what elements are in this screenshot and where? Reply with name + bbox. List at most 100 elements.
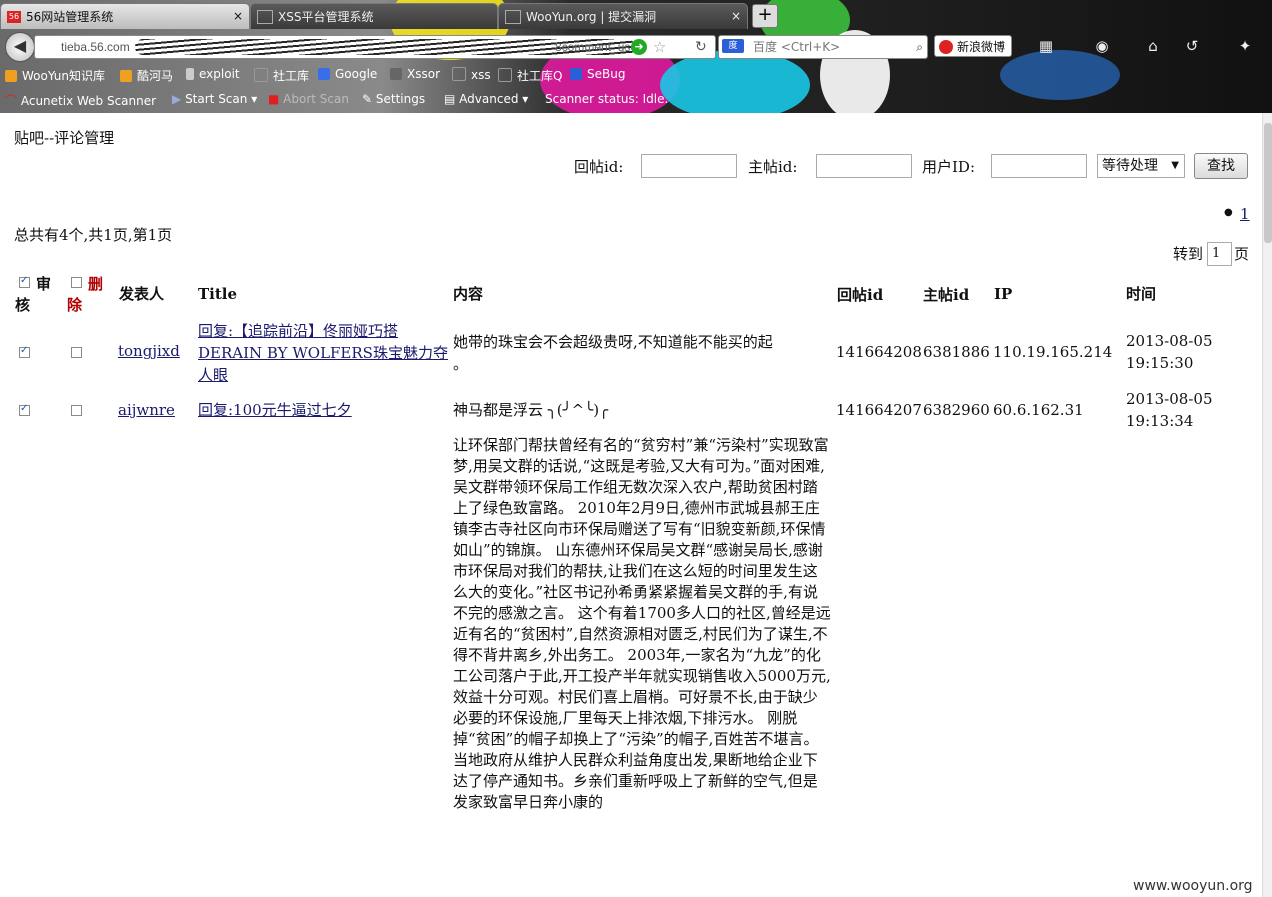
date-cell: 2013-08-05 [1126,332,1213,350]
bookmark-shegongkuq[interactable]: 社工库Q [498,67,562,84]
audit-checkbox[interactable] [19,403,30,416]
tab-56-admin[interactable]: 56 56网站管理系统 × [0,3,250,29]
audit-checkbox[interactable] [19,345,30,358]
stop-icon: ■ [268,92,280,106]
header-title: Title [198,285,238,303]
home-icon[interactable]: ⌂ [1143,36,1163,56]
ip-cell: 60.6.162.31 [993,401,1084,419]
header-ip: IP [994,285,1013,303]
delete-checkbox[interactable] [71,405,82,416]
bookmark-kuhema[interactable]: 酷河马 [120,67,173,84]
toolbar-icon[interactable]: ▦ [1036,36,1056,56]
page-icon [452,67,466,81]
start-icon: ▶ [172,92,182,106]
status-select[interactable]: 等待处理 ▼ [1097,154,1185,178]
dropdown-arrow-icon: ▼ [1171,160,1179,171]
reply-id-label: 回帖id: [574,158,624,176]
search-box[interactable]: 度 百度 <Ctrl+K> ⌕ [718,35,928,59]
author-link[interactable]: tongjixd [118,342,180,360]
post-id-cell: 6382960 [923,401,990,419]
bookmark-xssor[interactable]: Xssor [390,67,440,81]
tab-label: 56网站管理系统 [26,10,114,24]
bookmark-exploit[interactable]: exploit [186,67,240,81]
bookmark-shegongku[interactable]: 社工库 [254,67,309,84]
header-audit-2: 核 [15,296,31,314]
bookmark-star-icon[interactable]: ☆ [653,36,666,58]
bookmark-sebug[interactable]: SeBug [570,67,625,81]
title-link[interactable]: 回复:100元牛逼过七夕 [198,399,352,420]
bookmark-wooyun[interactable]: WooYun知识库 [5,67,105,84]
history-icon[interactable]: ↺ [1182,36,1202,56]
tab-wooyun[interactable]: WooYun.org | 提交漏洞 × [498,3,748,29]
extension-icon[interactable]: ✦ [1235,36,1255,56]
wrench-icon: ✎ [362,92,373,106]
favicon-56: 56 [7,10,21,23]
advanced-button[interactable]: ▤ Advanced ▾ [444,92,528,106]
weibo-icon [939,40,953,54]
reply-id-input[interactable] [641,154,737,178]
bookmark-google[interactable]: Google [318,67,377,81]
new-tab-button[interactable]: + [752,4,778,28]
close-icon[interactable]: × [233,9,243,23]
rss-icon [5,70,17,82]
addon-icon[interactable]: ◉ [1092,36,1112,56]
user-id-label: 用户ID: [922,158,976,176]
author-link[interactable]: aijwnre [118,401,175,419]
ip-cell: 110.19.165.214 [993,343,1113,361]
navigation-bar: ◀ tieba.56.com 8comment_use ➜ ☆ ↻ 度 百度 <… [0,30,1272,62]
abort-scan-button[interactable]: ■ Abort Scan [268,92,349,106]
bookmark-xss[interactable]: xss [452,67,491,82]
status-value: 等待处理 [1102,158,1158,174]
url-tail: 8comment_use [555,40,638,54]
vertical-scrollbar[interactable] [1262,113,1272,897]
user-id-input[interactable] [991,154,1087,178]
title-link-line-3[interactable]: 人眼 [198,364,228,385]
content-text: 她带的珠宝会不会超级贵呀,不知道能不能买的起 [453,333,773,351]
page-icon [254,68,268,82]
goto-label: 转到 [1173,245,1204,263]
close-icon[interactable]: × [731,9,741,23]
rss-icon [120,70,132,82]
title-link[interactable]: 回复:【追踪前沿】佟丽娅巧搭 [198,320,398,341]
google-icon [318,68,330,80]
tab-xss-platform[interactable]: XSS平台管理系统 [250,3,498,29]
pagination-summary: 总共有4个,共1页,第1页 [14,226,173,244]
settings-button[interactable]: ✎ Settings [362,92,425,106]
header-content: 内容 [453,285,484,303]
date-cell: 2013-08-05 [1126,390,1213,408]
search-icon[interactable]: ⌕ [916,36,923,58]
scrollbar-thumb[interactable] [1264,123,1272,243]
page-link-1[interactable]: 1 [1240,205,1250,223]
tab-strip: 56 56网站管理系统 × XSS平台管理系统 WooYun.org | 提交漏… [0,0,1272,30]
weibo-button[interactable]: 新浪微博 [934,35,1012,57]
goto-page-input[interactable]: 1 [1207,242,1232,266]
header-post-id: 主帖id [923,286,970,304]
content-body-text: 让环保部门帮扶曾经有名的“贫穷村”兼“污染村”实现致富梦,用吴文群的话说,“这既… [453,436,831,811]
advanced-icon: ▤ [444,92,456,106]
url-host: tieba.56.com [61,40,130,54]
page-icon [505,9,521,24]
select-all-audit-checkbox[interactable] [19,275,30,288]
baidu-engine-icon[interactable]: 度 [722,39,744,53]
goto-suffix: 页 [1234,245,1250,263]
content-text-line-2: 。 [453,355,469,373]
select-all-delete-checkbox[interactable] [71,277,82,288]
start-scan-button[interactable]: ▶ Start Scan ▾ [172,92,257,106]
pagination-bullet: ● [1224,207,1233,218]
bookmarks-bar: WooYun知识库 酷河马 exploit 社工库 Google Xssor x… [0,63,1272,87]
post-id-input[interactable] [816,154,912,178]
search-placeholder: 百度 <Ctrl+K> [753,40,841,54]
address-bar[interactable]: tieba.56.com 8comment_use ➜ ☆ ↻ [34,35,716,59]
tab-label: WooYun.org | 提交漏洞 [526,10,657,24]
delete-checkbox[interactable] [71,347,82,358]
header-delete: 删 [88,275,104,293]
tab-label: XSS平台管理系统 [278,10,374,24]
page-icon [498,68,512,82]
back-button[interactable]: ◀ [5,32,35,62]
reply-id-cell: 141664208 [836,343,922,361]
search-button[interactable]: 查找 [1194,153,1248,179]
go-icon[interactable]: ➜ [631,39,647,55]
content-text: 神马都是浮云 ╮(╯^╰)╭ [453,401,609,419]
reload-icon[interactable]: ↻ [695,36,707,58]
title-link-line-2[interactable]: DERAIN BY WOLFERS珠宝魅力夺 [198,342,448,363]
